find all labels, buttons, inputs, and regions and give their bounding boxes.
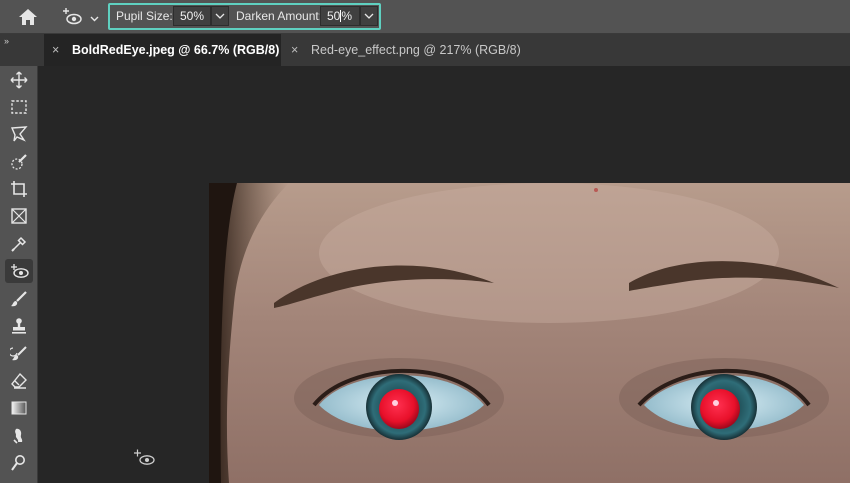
document-tab-bar: × BoldRedEye.jpeg @ 66.7% (RGB/8) × Red-ey… xyxy=(0,34,850,66)
gradient-icon xyxy=(11,401,27,415)
chevron-down-icon xyxy=(90,16,99,22)
tab-label: Red-eye_effect.png @ 217% (RGB/8) xyxy=(311,43,521,57)
quick-selection-icon xyxy=(11,154,27,170)
darken-amount-value-after-caret: % xyxy=(341,9,353,23)
pupil-size-input[interactable]: 50% xyxy=(173,6,211,26)
tab-close-button[interactable]: × xyxy=(52,43,66,57)
brush-tool[interactable] xyxy=(7,287,31,311)
darken-amount-label: Darken Amount: xyxy=(236,9,323,23)
tab-close-button[interactable]: × xyxy=(291,43,305,57)
red-eye-tool-icon xyxy=(11,264,29,278)
quick-selection-tool[interactable] xyxy=(7,150,31,174)
lasso-tool[interactable] xyxy=(7,122,31,146)
smudge-icon xyxy=(13,428,23,444)
pupil-size-value: 50% xyxy=(180,9,205,23)
rectangular-marquee-tool[interactable] xyxy=(7,95,31,119)
frame-tool[interactable] xyxy=(7,204,31,228)
chevron-down-icon xyxy=(215,13,225,19)
gradient-tool[interactable] xyxy=(7,396,31,420)
history-brush-tool[interactable] xyxy=(7,342,31,366)
chevron-down-icon xyxy=(364,13,374,19)
crop-icon xyxy=(11,181,27,197)
options-bar: Pupil Size: 50% Darken Amount: 50% xyxy=(0,0,850,34)
tab-boldredeye[interactable]: × BoldRedEye.jpeg @ 66.7% (RGB/8) xyxy=(44,34,281,66)
clone-stamp-tool[interactable] xyxy=(7,314,31,338)
tools-panel xyxy=(0,66,38,483)
darken-amount-dropdown[interactable] xyxy=(360,6,378,26)
darken-amount-input[interactable]: 50% xyxy=(320,6,360,26)
home-icon[interactable] xyxy=(16,6,40,28)
tool-preset-picker[interactable] xyxy=(58,5,102,29)
tab-label: BoldRedEye.jpeg @ 66.7% (RGB/8) xyxy=(72,43,280,57)
darken-amount-value-before-caret: 50 xyxy=(327,9,341,23)
eyedropper-icon xyxy=(11,236,27,252)
history-brush-icon xyxy=(10,346,27,361)
tab-red-eye-effect[interactable]: × Red-eye_effect.png @ 217% (RGB/8) xyxy=(283,34,545,66)
smudge-tool[interactable] xyxy=(7,424,31,448)
red-eye-tool-icon xyxy=(63,8,82,25)
rectangular-marquee-icon xyxy=(11,100,27,114)
frame-icon xyxy=(11,208,27,224)
move-icon xyxy=(10,71,28,89)
eraser-icon xyxy=(11,372,27,389)
red-eye-cursor-icon xyxy=(132,447,160,469)
dodge-tool[interactable] xyxy=(7,451,31,475)
clone-stamp-icon xyxy=(12,318,26,334)
move-tool[interactable] xyxy=(7,68,31,92)
document-image[interactable] xyxy=(209,183,850,483)
crop-tool[interactable] xyxy=(7,177,31,201)
pupil-size-label: Pupil Size: xyxy=(116,9,173,23)
brush-icon xyxy=(11,291,27,307)
eyedropper-tool[interactable] xyxy=(7,232,31,256)
dodge-icon xyxy=(11,455,25,471)
eraser-tool[interactable] xyxy=(7,369,31,393)
lasso-icon xyxy=(10,126,28,142)
pupil-size-dropdown[interactable] xyxy=(211,6,229,26)
panel-expander-icon[interactable]: ›› xyxy=(4,36,9,46)
red-eye-tool[interactable] xyxy=(5,259,33,283)
